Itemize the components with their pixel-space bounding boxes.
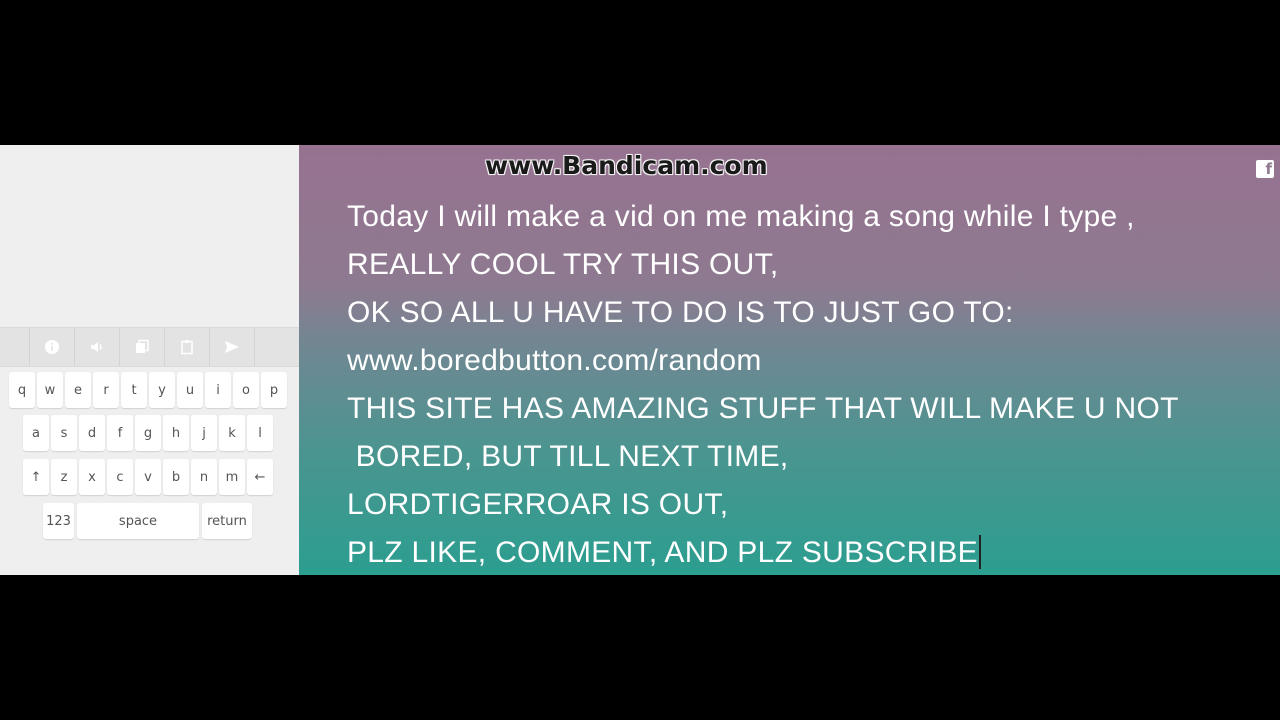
- sound-button[interactable]: [75, 328, 120, 366]
- key-v[interactable]: v: [135, 459, 161, 495]
- clipboard-icon: [181, 340, 193, 355]
- key-m[interactable]: m: [219, 459, 245, 495]
- text-line: THIS SITE HAS AMAZING STUFF THAT WILL MA…: [347, 392, 1179, 425]
- text-line: www.boredbutton.com/random: [347, 344, 762, 377]
- key-s[interactable]: s: [51, 415, 77, 451]
- return-key[interactable]: return: [202, 503, 252, 539]
- key-z[interactable]: z: [51, 459, 77, 495]
- info-icon: [44, 340, 59, 354]
- shift-key[interactable]: ↑: [23, 459, 49, 495]
- keyboard-row-3: ↑ z x c v b n m ←: [0, 459, 299, 495]
- key-r[interactable]: r: [93, 372, 119, 408]
- bandicam-watermark: www.Bandicam.com: [485, 151, 768, 180]
- toolbar-spacer: [0, 328, 30, 366]
- key-j[interactable]: j: [191, 415, 217, 451]
- key-n[interactable]: n: [191, 459, 217, 495]
- text-caret: [978, 535, 981, 569]
- text-line: Today I will make a vid on me making a s…: [347, 200, 1135, 233]
- copy-icon: [135, 339, 149, 353]
- key-d[interactable]: d: [79, 415, 105, 451]
- key-c[interactable]: c: [107, 459, 133, 495]
- space-key[interactable]: space: [77, 503, 199, 539]
- backspace-key[interactable]: ←: [247, 459, 273, 495]
- keyboard-toolbar: [0, 327, 299, 367]
- key-e[interactable]: e: [65, 372, 91, 408]
- app-viewport: q w e r t y u i o p a s d f g h j k l ↑ …: [0, 145, 1280, 575]
- text-line: REALLY COOL TRY THIS OUT,: [347, 248, 779, 281]
- key-b[interactable]: b: [163, 459, 189, 495]
- key-y[interactable]: y: [149, 372, 175, 408]
- keyboard-row-2: a s d f g h j k l: [0, 415, 299, 451]
- key-k[interactable]: k: [219, 415, 245, 451]
- keyboard-row-4: 123 space return: [0, 503, 299, 539]
- key-a[interactable]: a: [23, 415, 49, 451]
- send-button[interactable]: [210, 328, 255, 366]
- key-t[interactable]: t: [121, 372, 147, 408]
- last-line-text: PLZ LIKE, COMMENT, AND PLZ SUBSCRIBE: [347, 536, 978, 569]
- key-x[interactable]: x: [79, 459, 105, 495]
- facebook-icon[interactable]: f: [1256, 160, 1274, 178]
- text-line: OK SO ALL U HAVE TO DO IS TO JUST GO TO:: [347, 296, 1014, 329]
- key-h[interactable]: h: [163, 415, 189, 451]
- clipboard-button[interactable]: [165, 328, 210, 366]
- speaker-icon: [90, 342, 102, 352]
- key-o[interactable]: o: [233, 372, 259, 408]
- key-w[interactable]: w: [37, 372, 63, 408]
- keyboard-row-1: q w e r t y u i o p: [0, 372, 299, 408]
- typing-canvas[interactable]: www.Bandicam.com f Today I will make a v…: [299, 145, 1280, 575]
- info-button[interactable]: [30, 328, 75, 366]
- key-u[interactable]: u: [177, 372, 203, 408]
- key-f[interactable]: f: [107, 415, 133, 451]
- key-l[interactable]: l: [247, 415, 273, 451]
- typed-text-area[interactable]: Today I will make a vid on me making a s…: [347, 193, 1267, 575]
- copy-button[interactable]: [120, 328, 165, 366]
- text-line-last: PLZ LIKE, COMMENT, AND PLZ SUBSCRIBE: [347, 529, 1267, 575]
- key-q[interactable]: q: [9, 372, 35, 408]
- numbers-key[interactable]: 123: [43, 503, 74, 539]
- text-line: BORED, BUT TILL NEXT TIME,: [347, 440, 789, 473]
- send-icon: [224, 341, 239, 353]
- key-g[interactable]: g: [135, 415, 161, 451]
- toolbar-spacer-end: [255, 328, 299, 366]
- text-line: LORDTIGERROAR IS OUT,: [347, 488, 729, 521]
- keyboard-panel: q w e r t y u i o p a s d f g h j k l ↑ …: [0, 145, 299, 575]
- key-i[interactable]: i: [205, 372, 231, 408]
- key-p[interactable]: p: [261, 372, 287, 408]
